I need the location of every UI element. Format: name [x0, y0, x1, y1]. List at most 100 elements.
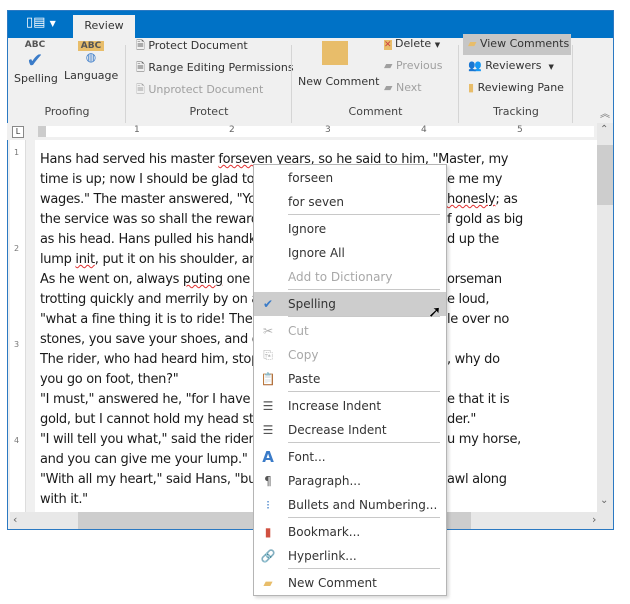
text-line[interactable]: the service was so shall the reward [40, 210, 259, 230]
misspelled-word[interactable]: init [75, 252, 95, 267]
menu-item-label: Font... [288, 450, 326, 464]
menu-item-new-comment[interactable]: ▰ New Comment [254, 571, 446, 595]
spelling-label: Spelling [14, 72, 58, 85]
text-line[interactable]: you go on foot, then?" [40, 370, 179, 390]
language-icon: ABC ◍ [78, 41, 104, 67]
text-line-fragment[interactable]: e loud, [447, 290, 490, 310]
menu-item-add-to-dictionary[interactable]: Add to Dictionary [254, 265, 446, 289]
text-line[interactable]: "what a fine thing it is to ride! There [40, 310, 265, 330]
text-line[interactable]: "I will tell you what," said the rider, [40, 430, 258, 450]
scroll-down-icon[interactable]: ⌄ [600, 495, 608, 506]
delete-comment-button[interactable]: ✕ Delete ▼ [384, 37, 440, 50]
menu-item-label: Copy [288, 348, 319, 362]
scroll-right-icon[interactable]: › [592, 513, 596, 526]
next-comment-button[interactable]: ▰ Next [384, 81, 422, 94]
text-line-fragment[interactable]: e me my [447, 170, 502, 190]
view-comments-button[interactable]: ▰ View Comments [463, 34, 571, 55]
ruler-tick: 4 [14, 436, 20, 445]
reviewing-pane-button[interactable]: ▮ Reviewing Pane [468, 81, 564, 94]
delete-comment-icon: ✕ [384, 40, 392, 50]
new-comment-icon [322, 41, 348, 65]
language-button[interactable]: ABC ◍ Language [64, 41, 118, 91]
scroll-left-icon[interactable]: ‹ [13, 513, 17, 526]
previous-label: Previous [395, 59, 443, 72]
text-line[interactable]: with it." [40, 490, 88, 510]
text-line[interactable]: and you can give me your lump." [40, 450, 248, 470]
text-line[interactable]: lump init, put it on his shoulder, and [40, 250, 265, 270]
menu-item-ignore[interactable]: Ignore [254, 217, 446, 241]
new-comment-button[interactable]: New Comment [298, 41, 379, 88]
text-line[interactable]: as his head. Hans pulled his handke [40, 230, 264, 250]
range-editing-button[interactable]: 🗎 Range Editing Permissions [136, 59, 294, 78]
menu-item-spelling[interactable]: ✔ Spelling [254, 292, 446, 316]
reviewers-button[interactable]: 👥 Reviewers ▼ [468, 59, 554, 72]
ruler-track [38, 126, 594, 137]
menu-item-label: Increase Indent [288, 399, 382, 413]
text-line-fragment[interactable]: der." [447, 410, 476, 430]
menu-item-forseen[interactable]: forseen [254, 166, 446, 190]
text-line-fragment[interactable]: d up the [447, 230, 499, 250]
menu-item-increase-indent[interactable]: ☰ Increase Indent [254, 394, 446, 418]
text-line-fragment[interactable]: f gold as big [447, 210, 523, 230]
text-line-fragment[interactable]: le over no [447, 310, 509, 330]
collapse-ribbon-icon[interactable]: ︽ [600, 105, 610, 120]
menu-item-font[interactable]: A Font... [254, 445, 446, 469]
chevron-down-icon: ▼ [434, 41, 441, 49]
unprotect-document-button[interactable]: 🗎 Unprotect Document [136, 81, 263, 100]
menu-item-paragraph[interactable]: ¶ Paragraph... [254, 469, 446, 493]
text-line-fragment[interactable]: honesly; as [447, 190, 518, 210]
unprotect-icon: 🗎 [136, 83, 145, 96]
scroll-up-icon[interactable]: ⌃ [600, 124, 608, 135]
menu-item-copy[interactable]: ⎘ Copy [254, 343, 446, 367]
text-line[interactable]: "I must," answered he, "for I have t [40, 390, 259, 410]
text-line[interactable]: trotting quickly and merrily by on a [40, 290, 259, 310]
mouse-cursor-icon: ➚ [428, 302, 442, 321]
text-line[interactable]: stones, you save your shoes, and ge [40, 330, 268, 350]
menu-item-paste[interactable]: 📋 Paste [254, 367, 446, 391]
divider [572, 45, 573, 125]
text-segment: wages." The master answered, "You [40, 192, 264, 207]
chevron-down-icon: ▼ [548, 63, 554, 71]
ruler-tick: 2 [14, 244, 20, 253]
menu-item-cut[interactable]: ✂ Cut [254, 319, 446, 343]
menu-item-for-seven[interactable]: for seven [254, 190, 446, 214]
app-menu-button[interactable]: ▯▤ ▼ [26, 15, 56, 33]
menu-item-label: Bookmark... [288, 525, 361, 539]
previous-comment-button[interactable]: ▰ Previous [384, 59, 442, 72]
misspelled-word[interactable]: puting [183, 272, 223, 287]
bookmark-icon: ▮ [264, 525, 272, 539]
text-line[interactable]: The rider, who had heard him, stop [40, 350, 259, 370]
menu-item-bookmark[interactable]: ▮ Bookmark... [254, 520, 446, 544]
menu-item-label: Add to Dictionary [288, 270, 393, 284]
view-comments-icon: ▰ [468, 37, 477, 50]
text-line-fragment[interactable]: , why do [447, 350, 500, 370]
text-segment: "I will tell you what," said the rider, [40, 432, 258, 447]
menu-item-hyperlink[interactable]: 🔗 Hyperlink... [254, 544, 446, 568]
menu-item-ignore-all[interactable]: Ignore All [254, 241, 446, 265]
horizontal-ruler[interactable]: L 1 2 3 4 5 [7, 123, 598, 140]
vertical-scrollbar[interactable]: ⌃ ⌄ [597, 123, 613, 512]
text-segment: with it." [40, 492, 88, 507]
menu-item-decrease-indent[interactable]: ☰ Decrease Indent [254, 418, 446, 442]
text-line-fragment[interactable]: orseman [447, 270, 502, 290]
text-line[interactable]: "With all my heart," said Hans, "but [40, 470, 261, 490]
tab-review[interactable]: Review [73, 15, 135, 38]
decrease-indent-icon: ☰ [262, 423, 274, 437]
spelling-icon: ABC ✔ [24, 40, 46, 72]
previous-comment-icon: ▰ [384, 59, 393, 72]
text-line[interactable]: wages." The master answered, "You [40, 190, 264, 210]
protect-document-button[interactable]: 🗎 Protect Document [136, 37, 248, 56]
text-line[interactable]: gold, but I cannot hold my head stra [40, 410, 267, 430]
paragraph-icon: ¶ [264, 474, 272, 488]
tab-stop-selector[interactable]: L [12, 126, 24, 138]
vertical-scroll-thumb[interactable] [597, 145, 613, 205]
text-line-fragment[interactable]: awl along [447, 470, 507, 490]
text-line[interactable]: time is up; now I should be glad to g [40, 170, 266, 190]
menu-item-bullets-and-numbering[interactable]: ⁝ Bullets and Numbering... [254, 493, 446, 517]
text-line-fragment[interactable]: e that it is [447, 390, 510, 410]
text-line[interactable]: As he went on, always puting one f [40, 270, 258, 290]
text-line-fragment[interactable]: u my horse, [447, 430, 521, 450]
spelling-button[interactable]: ABC ✔ Spelling [14, 40, 58, 91]
misspelled-word[interactable]: honesly [447, 192, 496, 207]
reviewing-pane-icon: ▮ [468, 81, 475, 94]
